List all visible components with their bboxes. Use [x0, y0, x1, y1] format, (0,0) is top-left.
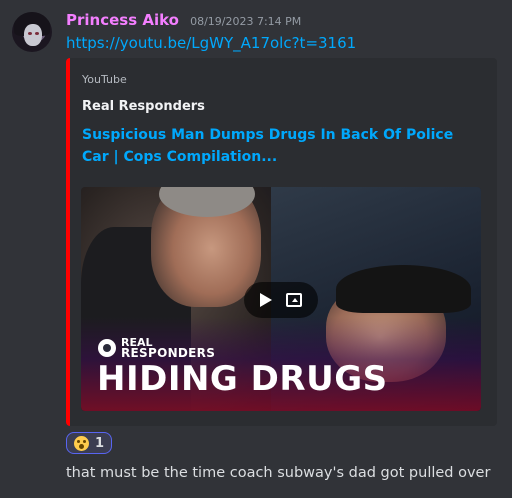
thumbnail-brand: REAL RESPONDERS [98, 337, 215, 359]
embed-author[interactable]: Real Responders [82, 99, 205, 114]
embed-title[interactable]: Suspicious Man Dumps Drugs In Back Of Po… [82, 124, 472, 168]
avatar-eye [35, 32, 39, 35]
open-external-icon[interactable] [286, 293, 302, 307]
video-controls [244, 282, 318, 318]
brand-logo-icon [98, 339, 116, 357]
embed-provider[interactable]: YouTube [82, 73, 127, 86]
username[interactable]: Princess Aiko [66, 11, 179, 29]
reaction-button[interactable]: 1 [66, 432, 113, 454]
reaction-count: 1 [95, 435, 105, 451]
message-link[interactable]: https://youtu.be/LgWY_A17olc?t=3161 [66, 34, 356, 52]
brand-line2: RESPONDERS [121, 346, 216, 360]
message-header: Princess Aiko 08/19/2023 7:14 PM [66, 10, 301, 30]
user-avatar[interactable] [12, 12, 52, 52]
avatar-face [24, 24, 42, 46]
embed-accent-bar [66, 58, 70, 426]
message-text: that must be the time coach subway's dad… [66, 465, 491, 481]
timestamp: 08/19/2023 7:14 PM [190, 15, 302, 28]
play-icon[interactable] [260, 293, 272, 307]
astonished-face-icon [74, 435, 89, 451]
avatar-eye [28, 32, 32, 35]
link-embed: YouTube Real Responders Suspicious Man D… [66, 58, 497, 426]
video-thumbnail[interactable]: REAL RESPONDERS HIDING DRUGS [81, 187, 481, 411]
thumbnail-suspect-cap [336, 265, 471, 313]
thumbnail-headline: HIDING DRUGS [97, 359, 388, 399]
